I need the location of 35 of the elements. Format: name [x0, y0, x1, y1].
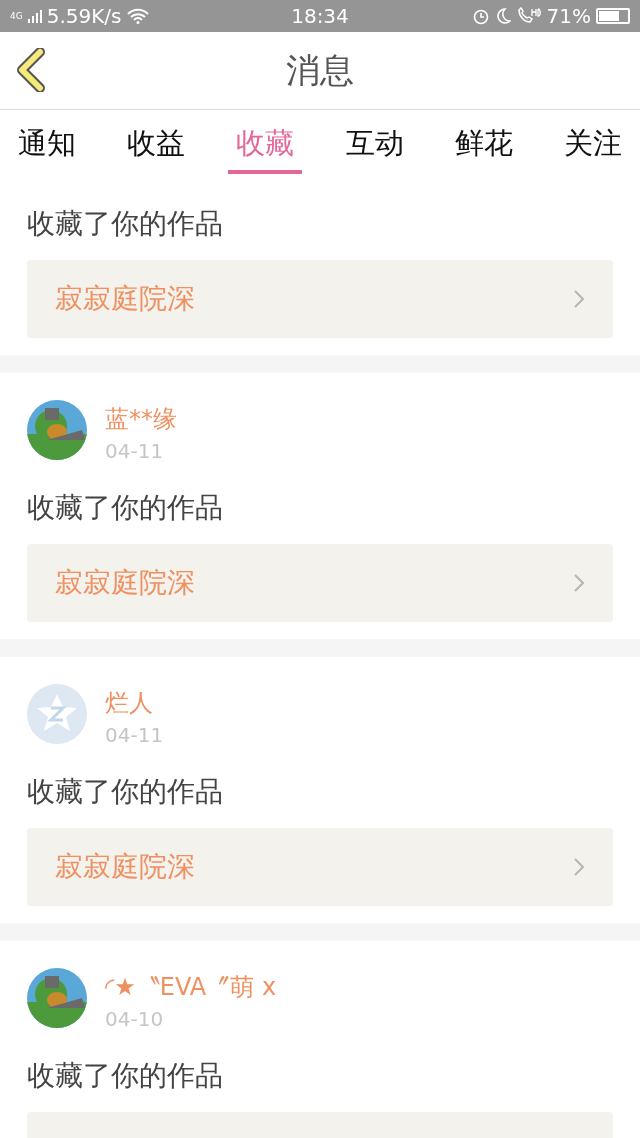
chevron-icon: [573, 289, 585, 309]
message-text: 收藏了你的作品: [27, 774, 224, 810]
tab[interactable]: 收藏: [228, 110, 303, 174]
message-text: 收藏了你的作品: [27, 1058, 224, 1094]
message-date: 04-11: [105, 439, 164, 463]
work-link[interactable]: 寂寂庭院深: [27, 828, 613, 906]
work-link[interactable]: 寂寂庭院深: [27, 260, 613, 338]
message-text: 收藏了你的作品: [27, 490, 224, 526]
message-date: 04-11: [105, 723, 164, 747]
tab[interactable]: 互动: [337, 110, 412, 174]
message-text: 收藏了你的作品: [27, 206, 224, 242]
message-date: 04-10: [105, 1007, 164, 1031]
user-name[interactable]: 烂人: [105, 687, 153, 719]
user-name[interactable]: ◜★〝EVA〞萌 x: [105, 971, 277, 1003]
clock: 18:34: [291, 4, 349, 28]
work-link[interactable]: 寂寂庭院深: [27, 544, 613, 622]
default-avatar-icon: [27, 684, 87, 744]
user-name[interactable]: 蓝**缘: [105, 403, 177, 435]
tab[interactable]: 收益: [119, 110, 194, 174]
alarm-icon: [471, 7, 490, 25]
wifi-icon: [126, 8, 149, 24]
battery-percent: 71%: [546, 4, 591, 28]
chevron-icon: [573, 857, 585, 877]
back-button[interactable]: [16, 48, 46, 92]
moon-icon: [494, 7, 511, 25]
hd-call-icon: [515, 7, 542, 25]
signal-icon: [27, 9, 42, 23]
chevron-icon: [573, 573, 585, 593]
tab[interactable]: 关注: [555, 110, 630, 174]
tab[interactable]: 鲜花: [446, 110, 521, 174]
network-speed: 5.59K/s: [46, 4, 122, 28]
battery-icon: [596, 8, 630, 24]
page-title: 消息: [286, 48, 354, 92]
tab[interactable]: 通知: [10, 110, 84, 174]
network-label: 4G: [10, 11, 23, 21]
